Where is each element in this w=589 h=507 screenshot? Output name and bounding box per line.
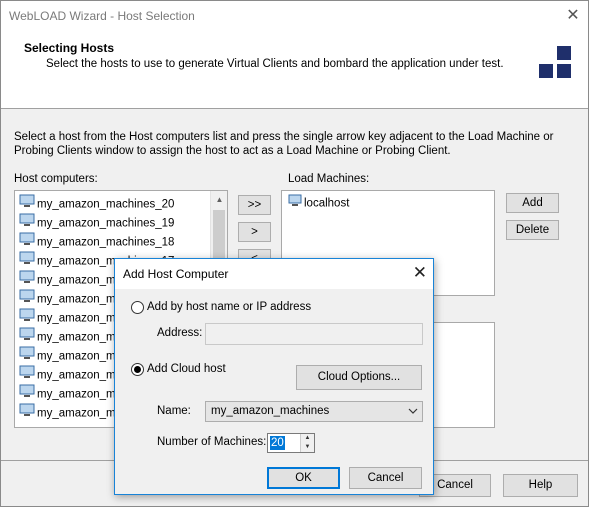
dialog-close-icon[interactable]: ✕ xyxy=(413,263,427,283)
list-item[interactable]: my_amazon_ma xyxy=(19,403,122,422)
add-host-dialog: Add Host Computer ✕ Add by host name or … xyxy=(114,258,434,495)
num-machines-label: Number of Machines: xyxy=(157,436,267,448)
num-machines-stepper[interactable]: 20 ▲ ▼ xyxy=(267,433,315,453)
computer-icon xyxy=(19,213,35,234)
cloud-options-button[interactable]: Cloud Options... xyxy=(296,365,422,390)
list-item[interactable]: my_amazon_machines_20 xyxy=(19,194,174,213)
list-item[interactable]: my_amazon_ma xyxy=(19,289,122,308)
ok-button[interactable]: OK xyxy=(267,467,340,489)
help-button[interactable]: Help xyxy=(503,474,578,497)
computer-icon xyxy=(19,232,35,253)
list-item[interactable]: my_amazon_machines_18 xyxy=(19,232,174,251)
load-machines-label: Load Machines: xyxy=(288,173,370,185)
add-button[interactable]: Add xyxy=(506,193,559,213)
list-item[interactable]: localhost xyxy=(288,194,349,212)
computer-icon xyxy=(19,251,35,272)
list-item[interactable]: my_amazon_ma xyxy=(19,384,122,403)
list-item[interactable]: my_amazon_ma xyxy=(19,270,122,289)
webload-logo-icon xyxy=(539,46,573,80)
title-bar: WebLOAD Wizard - Host Selection ✕ xyxy=(1,1,588,31)
list-item[interactable]: my_amazon_machines_19 xyxy=(19,213,174,232)
list-item-label: my_amazon_machines_20 xyxy=(37,198,175,211)
wizard-header: Selecting Hosts Select the hosts to use … xyxy=(1,31,588,109)
list-item[interactable]: my_amazon_ma xyxy=(19,346,122,365)
computer-icon xyxy=(19,384,35,405)
host-computers-label: Host computers: xyxy=(14,173,98,185)
list-item[interactable]: my_amazon_ma xyxy=(19,365,122,384)
computer-icon xyxy=(19,365,35,386)
move-all-button[interactable]: >> xyxy=(238,195,271,215)
stepper-buttons[interactable]: ▲ ▼ xyxy=(300,434,314,452)
page-subtitle: Select the hosts to use to generate Virt… xyxy=(46,58,504,70)
name-dropdown[interactable]: my_amazon_machines xyxy=(205,401,423,422)
list-item-label: my_amazon_machines_18 xyxy=(37,236,175,249)
list-item[interactable]: my_amazon_ma xyxy=(19,308,122,327)
computer-icon xyxy=(19,194,35,215)
computer-icon xyxy=(19,270,35,291)
computer-icon xyxy=(19,289,35,310)
delete-button[interactable]: Delete xyxy=(506,220,559,240)
list-item-label: my_amazon_ma xyxy=(37,274,123,287)
computer-icon xyxy=(19,327,35,348)
dialog-title: Add Host Computer xyxy=(123,267,229,281)
stepper-up-icon[interactable]: ▲ xyxy=(301,434,314,443)
list-item-label: my_amazon_machines_19 xyxy=(37,217,175,230)
name-dropdown-value: my_amazon_machines xyxy=(211,405,330,417)
computer-icon xyxy=(19,403,35,424)
hostname-radio[interactable] xyxy=(131,301,144,314)
address-field[interactable] xyxy=(205,323,423,345)
cloud-option-label[interactable]: Add Cloud host xyxy=(147,363,226,375)
page-title: Selecting Hosts xyxy=(24,41,115,55)
list-item-label: my_amazon_ma xyxy=(37,407,123,420)
move-one-button[interactable]: > xyxy=(238,222,271,242)
cloud-radio[interactable] xyxy=(131,363,144,376)
list-item[interactable]: my_amazon_ma xyxy=(19,327,122,346)
chevron-down-icon xyxy=(408,402,418,427)
dialog-title-bar: Add Host Computer ✕ xyxy=(115,259,433,289)
num-machines-value[interactable]: 20 xyxy=(270,436,285,450)
computer-icon xyxy=(19,346,35,367)
scroll-up-icon[interactable]: ▲ xyxy=(211,191,227,208)
close-icon[interactable]: ✕ xyxy=(560,3,586,29)
window-title: WebLOAD Wizard - Host Selection xyxy=(9,9,195,23)
list-item-label: my_amazon_ma xyxy=(37,331,123,344)
list-item-label: localhost xyxy=(304,197,350,210)
list-item-label: my_amazon_ma xyxy=(37,312,123,325)
stepper-down-icon[interactable]: ▼ xyxy=(301,443,314,452)
list-item-label: my_amazon_ma xyxy=(37,293,123,306)
computer-icon xyxy=(288,194,302,213)
dialog-cancel-button[interactable]: Cancel xyxy=(349,467,422,489)
name-label: Name: xyxy=(157,405,191,417)
address-label: Address: xyxy=(157,327,203,339)
computer-icon xyxy=(19,308,35,329)
hostname-option-label[interactable]: Add by host name or IP address xyxy=(147,301,311,313)
list-item-label: my_amazon_ma xyxy=(37,388,123,401)
list-item-label: my_amazon_ma xyxy=(37,350,123,363)
instructions-text: Select a host from the Host computers li… xyxy=(14,131,554,157)
list-item-label: my_amazon_ma xyxy=(37,369,123,382)
